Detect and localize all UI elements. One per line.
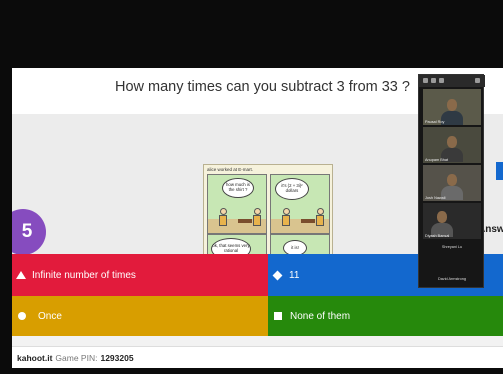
triangle-icon — [16, 271, 26, 279]
participant-name: Shreyani Lu — [441, 245, 463, 249]
speech-bubble: how much is the shirt ? — [222, 178, 254, 198]
answer-label: Once — [38, 310, 62, 322]
speech-bubble: it's (2 + 3i)² dollars — [275, 178, 309, 200]
participant-name: Anupam Bhat — [425, 158, 449, 162]
answer-label: None of them — [290, 310, 351, 322]
video-call-panel: Pausal Roy Anupam Bhat Josh Nawali Diyas… — [418, 74, 485, 288]
video-tile[interactable]: Josh Nawali — [423, 165, 481, 201]
video-tile[interactable]: Diyash Bansal — [423, 203, 481, 239]
participant-name: Diyash Bansal — [425, 234, 450, 238]
circle-icon — [18, 312, 26, 320]
video-toolbar — [419, 75, 485, 87]
answer-label: 11 — [289, 269, 300, 281]
monitor-frame: How many times can you subtract 3 from 3… — [0, 0, 503, 374]
grid-icon[interactable] — [431, 78, 436, 83]
comic-caption: alice worked at E-mart. — [207, 167, 254, 172]
participant-name: Josh Nawali — [425, 196, 446, 200]
comic-panel-2: it's (2 + 3i)² dollars — [270, 174, 330, 234]
countdown-timer: 5 — [12, 209, 46, 255]
video-tile[interactable]: Anupam Bhat — [423, 127, 481, 163]
comic-panel-1: how much is the shirt ? — [207, 174, 267, 234]
answer-green[interactable]: None of them — [268, 296, 503, 336]
speaker-icon[interactable] — [439, 78, 444, 83]
game-pin-label: Game PIN: — [55, 352, 98, 363]
close-icon[interactable] — [475, 78, 480, 83]
next-button[interactable] — [496, 162, 503, 180]
participant-name: Pausal Roy — [425, 120, 445, 124]
square-icon — [274, 312, 282, 320]
video-tile[interactable]: Pausal Roy — [423, 89, 481, 125]
diamond-icon — [272, 270, 283, 280]
answer-yellow[interactable]: Once — [12, 296, 268, 336]
participant-name: David Armstrong — [437, 277, 467, 281]
view-icon[interactable] — [423, 78, 428, 83]
site-name: kahoot.it — [17, 352, 53, 363]
game-pin: 1293205 — [100, 352, 134, 363]
answer-label: Infinite number of times — [32, 269, 136, 281]
footer-bar: kahoot.it Game PIN: 1293205 — [12, 346, 503, 368]
question-text: How many times can you subtract 3 from 3… — [115, 79, 410, 95]
answer-red[interactable]: Infinite number of times — [12, 254, 268, 296]
